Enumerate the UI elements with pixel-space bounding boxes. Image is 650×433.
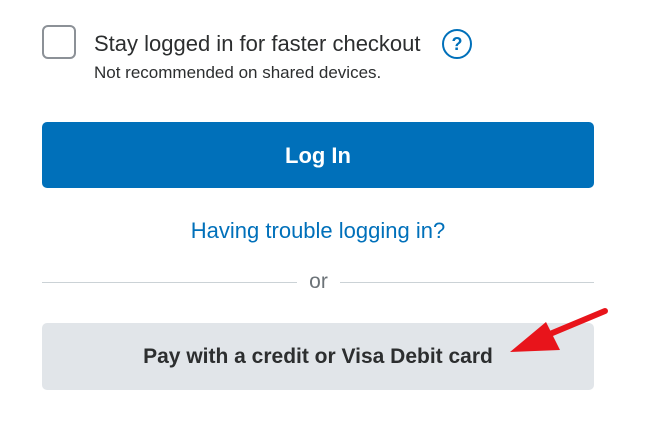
login-panel: Stay logged in for faster checkout ? Not… — [0, 0, 650, 433]
stay-logged-in-row: Stay logged in for faster checkout ? Not… — [42, 25, 602, 85]
log-in-button[interactable]: Log In — [42, 122, 594, 188]
red-arrow-icon — [510, 308, 608, 352]
question-circle-icon[interactable]: ? — [441, 28, 473, 60]
divider-line-left — [42, 282, 297, 283]
divider-or-text: or — [309, 270, 328, 293]
stay-logged-in-checkbox[interactable] — [42, 25, 76, 59]
stay-logged-in-label[interactable]: Stay logged in for faster checkout — [94, 31, 421, 57]
help-icon-glyph: ? — [452, 34, 463, 54]
divider-line-right — [340, 282, 594, 283]
trouble-logging-in-link[interactable]: Having trouble logging in? — [42, 217, 594, 245]
shared-devices-note: Not recommended on shared devices. — [94, 63, 382, 82]
